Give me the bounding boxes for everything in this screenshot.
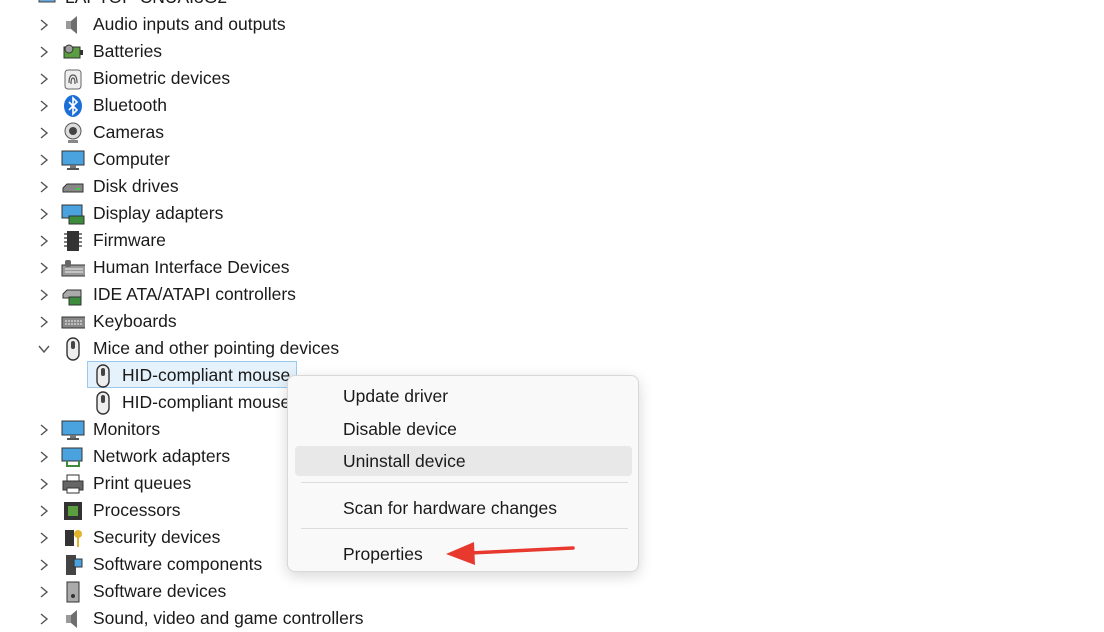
tree-item-label: Bluetooth	[93, 95, 167, 115]
speaker-icon	[61, 607, 85, 631]
tree-item-label: Sound, video and game controllers	[93, 608, 364, 628]
tree-item-disk-drives[interactable]: Disk drives	[0, 173, 420, 200]
context-menu: Update driver Disable device Uninstall d…	[287, 375, 639, 572]
chevron-right-icon[interactable]	[35, 551, 53, 578]
printer-icon	[61, 472, 85, 496]
tree-item-label: Batteries	[93, 41, 163, 61]
tree-item-audio[interactable]: Audio inputs and outputs	[0, 11, 420, 38]
tree-item-keyboards[interactable]: Keyboards	[0, 308, 420, 335]
bluetooth-icon	[61, 94, 85, 118]
menu-separator	[301, 528, 628, 529]
chevron-right-icon[interactable]	[35, 119, 53, 146]
chevron-right-icon[interactable]	[35, 11, 53, 38]
mouse-icon	[61, 336, 85, 361]
tree-item-biometric[interactable]: Biometric devices	[0, 65, 420, 92]
chevron-right-icon[interactable]	[35, 227, 53, 254]
tree-item-bluetooth[interactable]: Bluetooth	[0, 92, 420, 119]
tree-item-display-adapters[interactable]: Display adapters	[0, 200, 420, 227]
chevron-right-icon[interactable]	[35, 497, 53, 524]
chevron-right-icon[interactable]	[35, 578, 53, 605]
tree-item-label: Display adapters	[93, 203, 224, 223]
tree-item-hid[interactable]: Human Interface Devices	[0, 254, 420, 281]
tree-item-label: Computer	[93, 149, 170, 169]
tree-item-label: Audio inputs and outputs	[93, 14, 286, 34]
software-components-icon	[61, 553, 85, 577]
chevron-right-icon[interactable]	[35, 254, 53, 281]
monitor-icon	[61, 418, 85, 442]
network-adapter-icon	[61, 445, 85, 469]
firmware-chip-icon	[61, 229, 85, 253]
chevron-down-icon[interactable]	[35, 335, 53, 362]
mouse-icon	[91, 363, 115, 388]
tree-item-ide[interactable]: IDE ATA/ATAPI controllers	[0, 281, 420, 308]
tree-item-label: Cameras	[93, 122, 164, 142]
menu-item-disable-device[interactable]: Disable device	[295, 414, 632, 444]
tree-item-label: Mice and other pointing devices	[93, 338, 340, 358]
chevron-right-icon[interactable]	[35, 524, 53, 551]
computer-root-icon	[35, 0, 59, 10]
chevron-right-icon[interactable]	[35, 173, 53, 200]
tree-item-label: Software components	[93, 554, 263, 574]
chevron-right-icon[interactable]	[35, 605, 53, 632]
tree-item-computer[interactable]: Computer	[0, 146, 420, 173]
camera-icon	[61, 121, 85, 145]
tree-item-firmware[interactable]: Firmware	[0, 227, 420, 254]
tree-item-sound-video[interactable]: Sound, video and game controllers	[0, 605, 420, 632]
menu-separator	[301, 482, 628, 483]
menu-item-properties[interactable]: Properties	[295, 539, 632, 569]
display-adapter-icon	[61, 202, 85, 226]
chevron-right-icon[interactable]	[35, 65, 53, 92]
tree-root-label: LAPTOP-CNUAI3G2	[65, 0, 227, 8]
chevron-right-icon[interactable]	[35, 281, 53, 308]
mouse-icon	[91, 390, 115, 415]
chevron-right-icon[interactable]	[35, 443, 53, 470]
tree-item-label: Software devices	[93, 581, 227, 601]
tree-item-mice[interactable]: Mice and other pointing devices	[0, 335, 420, 362]
tree-item-label: Processors	[93, 500, 181, 520]
chevron-right-icon[interactable]	[35, 200, 53, 227]
menu-item-scan-hardware[interactable]: Scan for hardware changes	[295, 493, 632, 523]
chevron-right-icon[interactable]	[35, 38, 53, 65]
hid-keyboard-icon	[61, 256, 85, 280]
tree-item-label: Biometric devices	[93, 68, 231, 88]
tree-item-label: Print queues	[93, 473, 192, 493]
tree-item-batteries[interactable]: Batteries	[0, 38, 420, 65]
menu-item-uninstall-device[interactable]: Uninstall device	[295, 446, 632, 476]
tree-item-cameras[interactable]: Cameras	[0, 119, 420, 146]
tree-item-label: Firmware	[93, 230, 166, 250]
ide-controller-icon	[61, 283, 85, 307]
chevron-right-icon[interactable]	[35, 308, 53, 335]
keyboard-icon	[61, 310, 85, 334]
tree-item-label: Network adapters	[93, 446, 231, 466]
tree-item-label: Human Interface Devices	[93, 257, 290, 277]
tree-item-label: Disk drives	[93, 176, 179, 196]
tree-item-label: HID-compliant mouse	[122, 365, 291, 385]
fingerprint-icon	[61, 67, 85, 91]
tree-item-label: Security devices	[93, 527, 221, 547]
tree-item-label: IDE ATA/ATAPI controllers	[93, 284, 296, 304]
processor-icon	[61, 499, 85, 523]
speaker-icon	[61, 13, 85, 37]
software-devices-icon	[61, 580, 85, 604]
chevron-right-icon[interactable]	[35, 416, 53, 443]
chevron-right-icon[interactable]	[35, 470, 53, 497]
battery-icon	[61, 40, 85, 64]
disk-drive-icon	[61, 175, 85, 199]
tree-item-hid-mouse-1[interactable]: HID-compliant mouse	[0, 362, 300, 389]
security-key-icon	[61, 526, 85, 550]
chevron-right-icon[interactable]	[35, 146, 53, 173]
tree-item-label: HID-compliant mouse	[122, 392, 291, 412]
tree-item-label: Keyboards	[93, 311, 177, 331]
tree-item-hid-mouse-2[interactable]: HID-compliant mouse	[0, 389, 300, 416]
menu-item-update-driver[interactable]: Update driver	[295, 381, 632, 411]
monitor-icon	[61, 148, 85, 172]
tree-root-row[interactable]: LAPTOP-CNUAI3G2	[0, 0, 400, 11]
tree-item-label: Monitors	[93, 419, 161, 439]
chevron-right-icon[interactable]	[35, 92, 53, 119]
tree-item-software-devices[interactable]: Software devices	[0, 578, 420, 605]
